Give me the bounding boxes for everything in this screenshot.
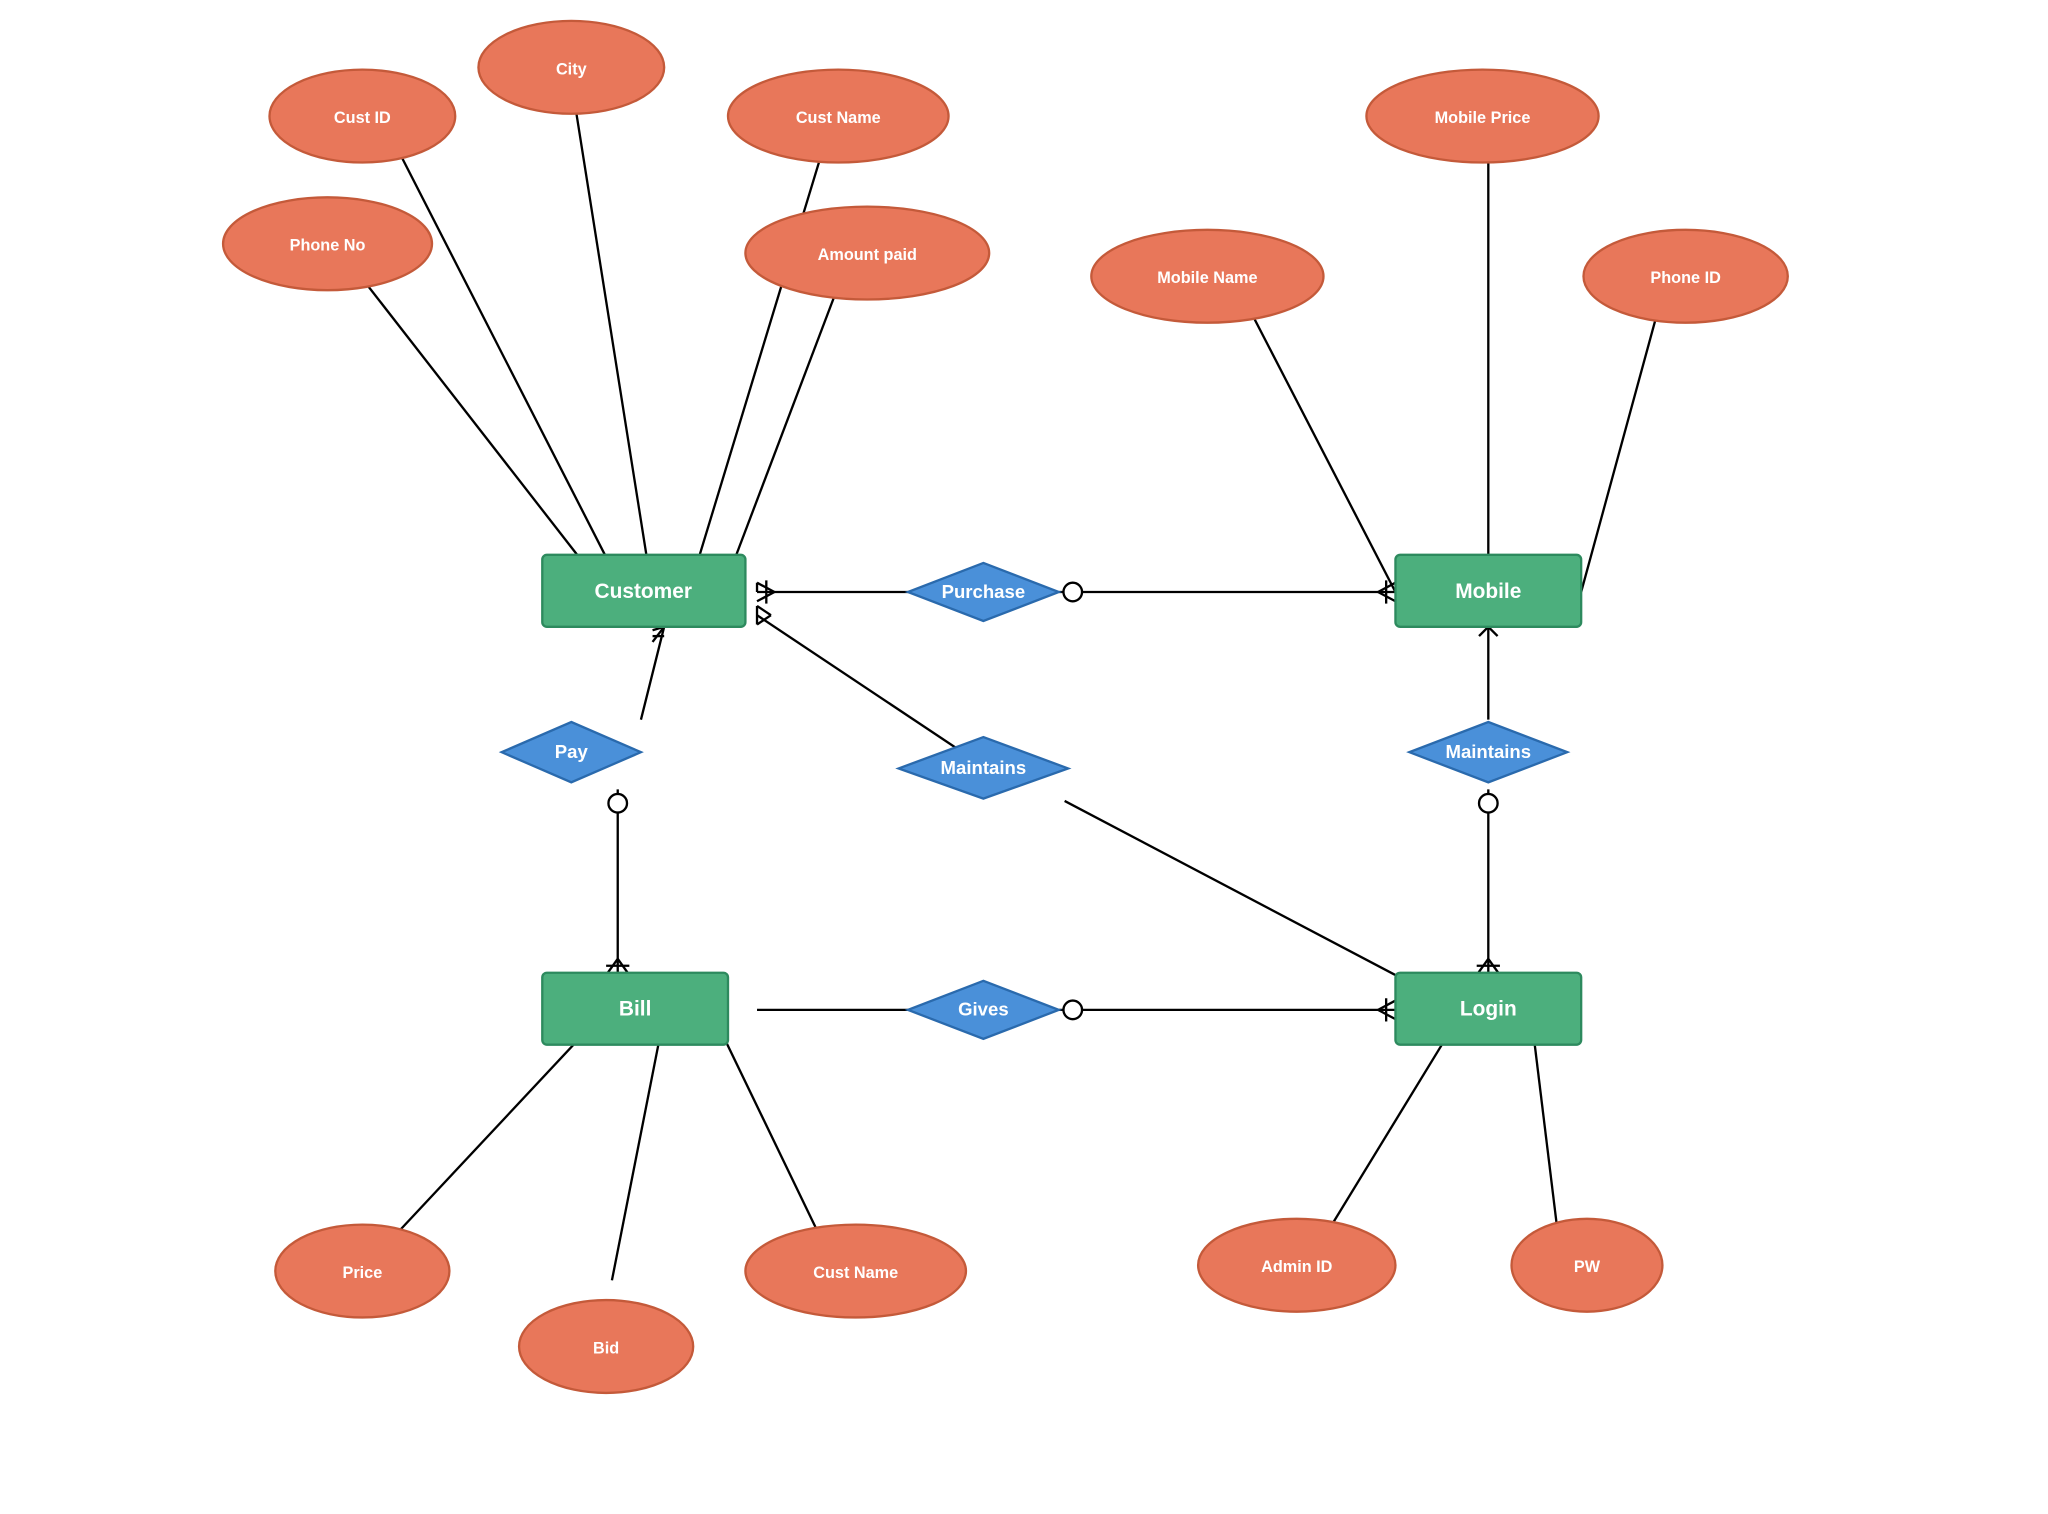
entity-bill-label: Bill — [619, 998, 651, 1021]
attr-mobile-name-label: Mobile Name — [1157, 269, 1257, 287]
attr-cust-name-label: Cust Name — [796, 109, 881, 127]
rel-gives-label: Gives — [958, 999, 1009, 1020]
attr-phone-id-label: Phone ID — [1650, 269, 1721, 287]
attr-mobile-price-label: Mobile Price — [1435, 109, 1531, 127]
attr-phone-no-label: Phone No — [290, 237, 366, 255]
attr-pw-label: PW — [1574, 1258, 1601, 1276]
entity-mobile-label: Mobile — [1455, 580, 1521, 603]
attr-bid-label: Bid — [593, 1339, 619, 1357]
attr-cust-id-label: Cust ID — [334, 109, 391, 127]
attr-amount-paid-label: Amount paid — [818, 246, 917, 264]
attr-city-label: City — [556, 60, 587, 78]
rel-pay-label: Pay — [555, 741, 589, 762]
attr-admin-id-label: Admin ID — [1261, 1258, 1333, 1276]
entity-login-label: Login — [1460, 998, 1517, 1021]
attr-bill-cust-name-label: Cust Name — [813, 1264, 898, 1282]
entity-customer-label: Customer — [595, 580, 692, 603]
rel-purchase-label: Purchase — [942, 581, 1026, 602]
rel-maintains-left-label: Maintains — [941, 757, 1027, 778]
attr-price-label: Price — [342, 1264, 382, 1282]
er-diagram: Cust ID City Cust Name Phone No Amount p… — [0, 0, 2048, 1509]
rel-maintains-right-label: Maintains — [1446, 741, 1532, 762]
